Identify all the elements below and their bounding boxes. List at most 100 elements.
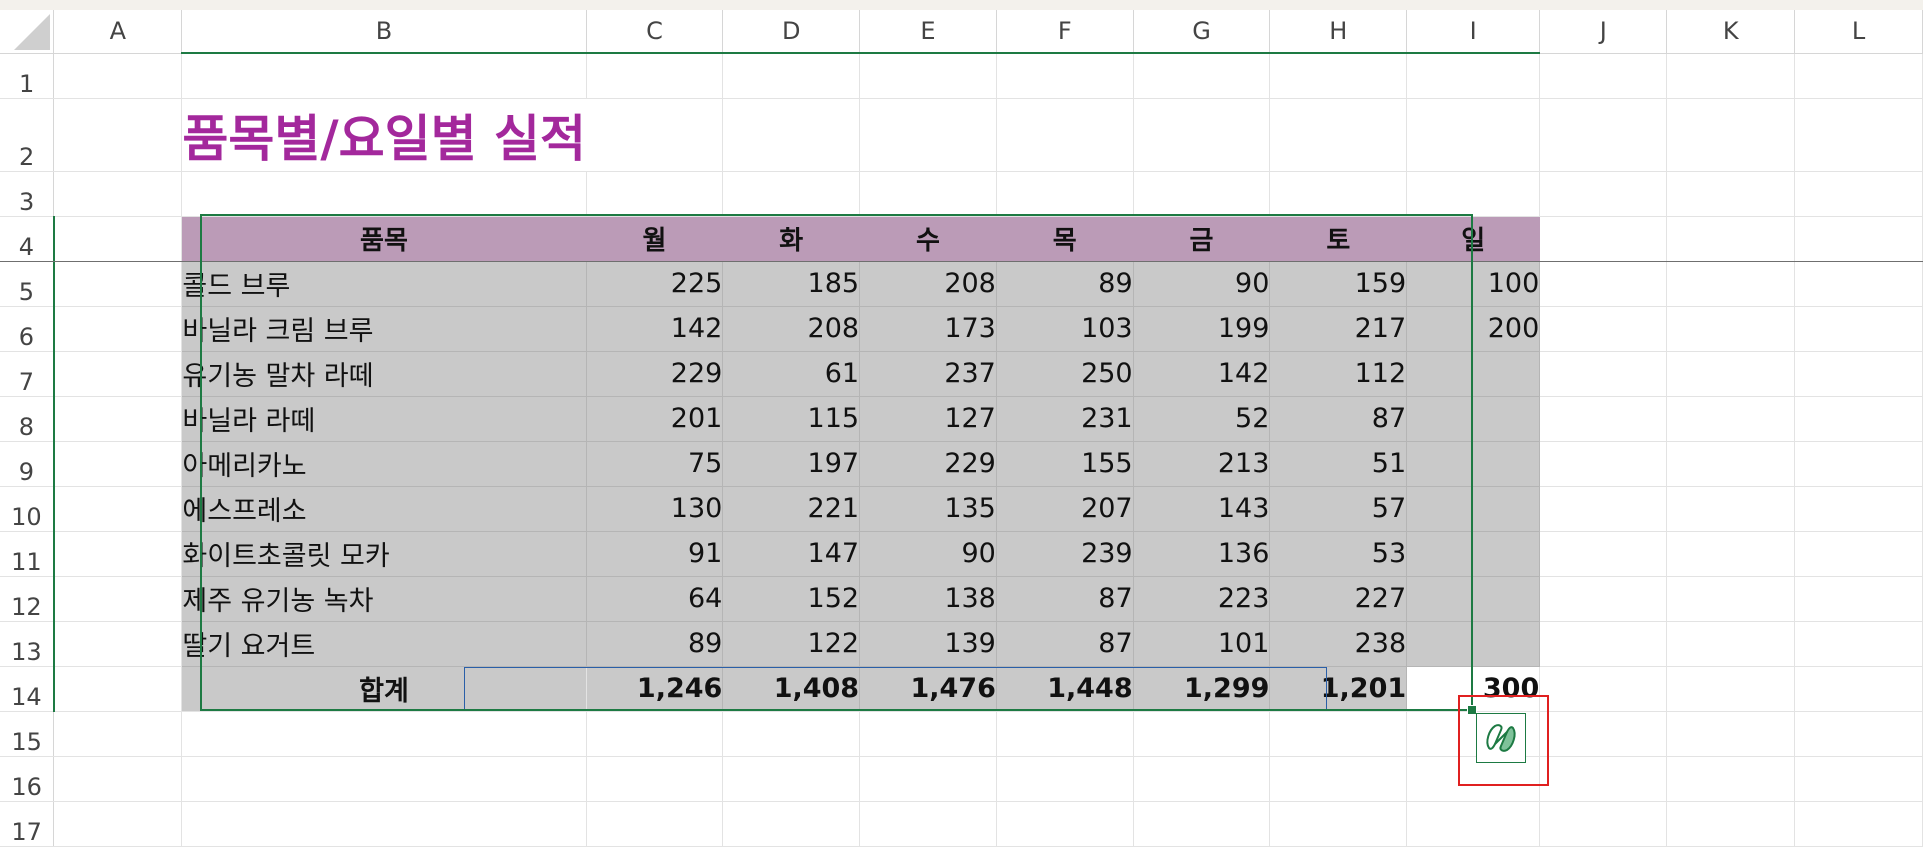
row-header-8[interactable]: 8	[0, 396, 55, 442]
total-cell[interactable]: 1,299	[1133, 666, 1271, 712]
cell-J11[interactable]	[1539, 531, 1668, 577]
table-cell[interactable]: 238	[1269, 621, 1408, 667]
cell-E1[interactable]	[859, 53, 997, 99]
cell-A8[interactable]	[53, 396, 183, 442]
cell-E15[interactable]	[859, 711, 997, 757]
cell-L1[interactable]	[1794, 53, 1923, 99]
cell-K10[interactable]	[1666, 486, 1796, 532]
cell-J14[interactable]	[1539, 666, 1668, 712]
table-header-item[interactable]: 품목	[181, 216, 587, 262]
column-header-K[interactable]: K	[1666, 10, 1796, 54]
cell-C2[interactable]	[586, 98, 724, 172]
table-cell[interactable]: 225	[586, 261, 724, 307]
column-header-H[interactable]: H	[1269, 10, 1408, 54]
cell-A3[interactable]	[53, 171, 183, 217]
table-cell[interactable]: 155	[996, 441, 1134, 487]
cell-G3[interactable]	[1133, 171, 1271, 217]
cell-K4[interactable]	[1666, 216, 1796, 262]
table-cell[interactable]: 130	[586, 486, 724, 532]
row-header-16[interactable]: 16	[0, 756, 55, 802]
cell-G17[interactable]	[1133, 801, 1271, 847]
row-header-10[interactable]: 10	[0, 486, 55, 532]
table-cell[interactable]: 89	[996, 261, 1134, 307]
table-cell[interactable]: 100	[1406, 261, 1541, 307]
row-header-4[interactable]: 4	[0, 216, 55, 262]
row-header-5[interactable]: 5	[0, 261, 55, 307]
total-cell[interactable]: 1,408	[722, 666, 861, 712]
column-header-J[interactable]: J	[1539, 10, 1668, 54]
table-cell[interactable]: 52	[1133, 396, 1271, 442]
table-cell[interactable]	[1406, 396, 1541, 442]
table-cell[interactable]: 229	[859, 441, 997, 487]
row-header-13[interactable]: 13	[0, 621, 55, 667]
column-header-G[interactable]: G	[1133, 10, 1271, 54]
table-cell[interactable]: 139	[859, 621, 997, 667]
cell-K11[interactable]	[1666, 531, 1796, 577]
cell-K13[interactable]	[1666, 621, 1796, 667]
cell-K5[interactable]	[1666, 261, 1796, 307]
cell-L9[interactable]	[1794, 441, 1923, 487]
cell-L14[interactable]	[1794, 666, 1923, 712]
cell-K16[interactable]	[1666, 756, 1796, 802]
row-header-1[interactable]: 1	[0, 53, 55, 99]
cell-A7[interactable]	[53, 351, 183, 397]
table-cell[interactable]: 208	[722, 306, 861, 352]
total-cell[interactable]: 1,201	[1269, 666, 1408, 712]
table-cell[interactable]: 208	[859, 261, 997, 307]
table-cell[interactable]: 237	[859, 351, 997, 397]
column-header-I[interactable]: I	[1406, 10, 1541, 54]
table-cell-item[interactable]: 유기농 말차 라떼	[181, 351, 587, 397]
cell-A17[interactable]	[53, 801, 183, 847]
cell-F1[interactable]	[996, 53, 1134, 99]
cell-L5[interactable]	[1794, 261, 1923, 307]
cell-A9[interactable]	[53, 441, 183, 487]
cell-F3[interactable]	[996, 171, 1134, 217]
cell-C3[interactable]	[586, 171, 724, 217]
cell-F17[interactable]	[996, 801, 1134, 847]
table-cell[interactable]: 103	[996, 306, 1134, 352]
table-cell-item[interactable]: 딸기 요거트	[181, 621, 587, 667]
table-cell[interactable]: 101	[1133, 621, 1271, 667]
table-cell[interactable]: 185	[722, 261, 861, 307]
table-cell[interactable]: 89	[586, 621, 724, 667]
cell-J13[interactable]	[1539, 621, 1668, 667]
cell-J10[interactable]	[1539, 486, 1668, 532]
table-cell[interactable]	[1406, 531, 1541, 577]
cell-K1[interactable]	[1666, 53, 1796, 99]
table-cell-item[interactable]: 콜드 브루	[181, 261, 587, 307]
table-cell[interactable]: 75	[586, 441, 724, 487]
table-cell[interactable]: 213	[1133, 441, 1271, 487]
cell-K17[interactable]	[1666, 801, 1796, 847]
cell-L13[interactable]	[1794, 621, 1923, 667]
total-cell[interactable]: 1,246	[586, 666, 724, 712]
cell-K2[interactable]	[1666, 98, 1796, 172]
table-cell[interactable]	[1406, 486, 1541, 532]
table-cell[interactable]: 122	[722, 621, 861, 667]
cell-L10[interactable]	[1794, 486, 1923, 532]
cell-A13[interactable]	[53, 621, 183, 667]
cell-H17[interactable]	[1269, 801, 1408, 847]
table-cell[interactable]: 199	[1133, 306, 1271, 352]
cell-J2[interactable]	[1539, 98, 1668, 172]
table-cell-item[interactable]: 에스프레소	[181, 486, 587, 532]
cell-G1[interactable]	[1133, 53, 1271, 99]
cell-L16[interactable]	[1794, 756, 1923, 802]
table-header-fri[interactable]: 금	[1133, 216, 1271, 262]
cell-L8[interactable]	[1794, 396, 1923, 442]
copilot-button[interactable]	[1476, 713, 1526, 763]
total-cell[interactable]: 1,448	[996, 666, 1134, 712]
cell-A10[interactable]	[53, 486, 183, 532]
cell-D17[interactable]	[722, 801, 861, 847]
table-header-sun[interactable]: 일	[1406, 216, 1541, 262]
table-cell[interactable]: 112	[1269, 351, 1408, 397]
cell-A12[interactable]	[53, 576, 183, 622]
cell-H15[interactable]	[1269, 711, 1408, 757]
cell-L4[interactable]	[1794, 216, 1923, 262]
table-cell[interactable]: 159	[1269, 261, 1408, 307]
table-cell[interactable]	[1406, 351, 1541, 397]
cell-E16[interactable]	[859, 756, 997, 802]
cell-B3[interactable]	[181, 171, 587, 217]
table-cell[interactable]: 142	[586, 306, 724, 352]
table-cell[interactable]: 115	[722, 396, 861, 442]
cell-J15[interactable]	[1539, 711, 1668, 757]
